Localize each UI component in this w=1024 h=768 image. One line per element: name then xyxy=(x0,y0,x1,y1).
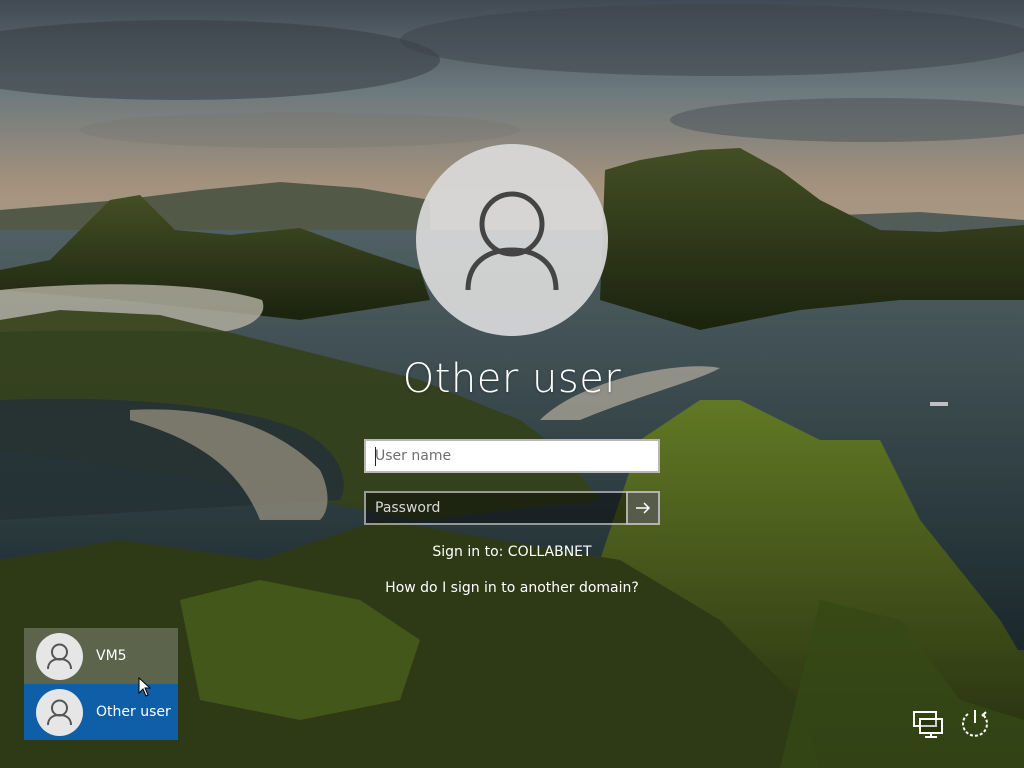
other-domain-help-link[interactable]: How do I sign in to another domain? xyxy=(312,580,712,596)
sign-in-submit-button[interactable] xyxy=(626,491,660,525)
arrow-right-icon xyxy=(636,502,651,514)
power-icon xyxy=(962,710,988,737)
user-silhouette-icon xyxy=(47,699,72,725)
user-tile-label: VM5 xyxy=(96,648,127,664)
mouse-cursor-icon xyxy=(138,677,152,697)
user-silhouette-icon xyxy=(47,643,72,669)
user-switcher-list: VM5 Other user xyxy=(24,628,178,740)
username-input[interactable] xyxy=(364,439,660,473)
network-icon xyxy=(913,711,943,738)
user-silhouette-icon xyxy=(465,191,559,291)
avatar xyxy=(36,632,83,680)
text-caret xyxy=(375,447,376,466)
user-tile-other-user[interactable]: Other user xyxy=(24,684,178,740)
user-tile-label: Other user xyxy=(96,704,171,720)
account-avatar xyxy=(416,144,608,336)
account-name-title: Other user xyxy=(402,356,622,402)
user-tile-vm5[interactable]: VM5 xyxy=(24,628,178,684)
sign-in-domain-text: Sign in to: COLLABNET xyxy=(432,544,592,560)
password-input[interactable] xyxy=(364,491,628,525)
power-button[interactable] xyxy=(958,706,992,740)
avatar xyxy=(36,688,83,736)
network-button[interactable] xyxy=(911,706,945,740)
